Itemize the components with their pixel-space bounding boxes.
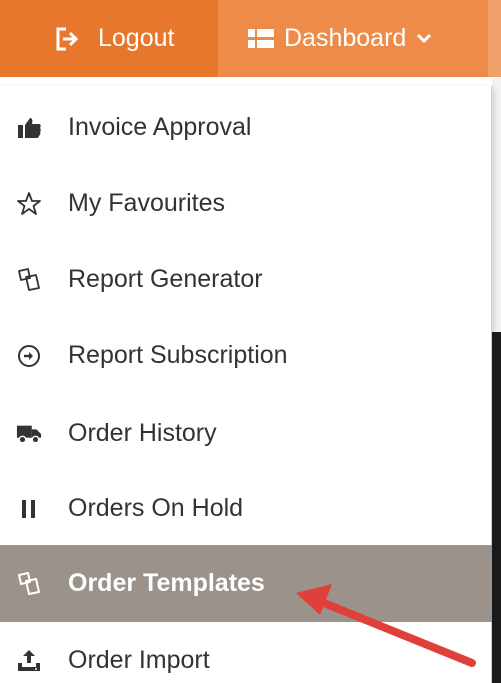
logout-label: Logout <box>98 24 175 52</box>
page-background-dark <box>492 332 501 683</box>
chevron-down-icon <box>416 31 432 47</box>
grid-icon <box>248 28 274 50</box>
logout-button[interactable]: Logout <box>0 0 218 77</box>
menu-item-my-favourites[interactable]: My Favourites <box>0 165 492 242</box>
pause-icon <box>16 496 42 522</box>
dashboard-dropdown-toggle[interactable]: Dashboard <box>218 0 488 77</box>
circle-arrow-icon <box>16 343 42 369</box>
menu-item-label: Order Import <box>68 646 210 674</box>
menu-item-label: My Favourites <box>68 189 225 217</box>
menu-item-label: Report Subscription <box>68 341 288 369</box>
truck-icon <box>16 421 42 447</box>
navbar-edge <box>488 0 501 77</box>
copy-icon <box>16 571 42 597</box>
menu-item-label: Order Templates <box>68 569 265 597</box>
dashboard-dropdown-menu: Invoice Approval My Favourites Report Ge… <box>0 86 492 683</box>
menu-item-order-history[interactable]: Order History <box>0 395 492 472</box>
copy-icon <box>16 267 42 293</box>
menu-item-order-templates[interactable]: Order Templates <box>0 545 492 622</box>
thumbs-up-icon <box>16 115 42 141</box>
menu-item-invoice-approval[interactable]: Invoice Approval <box>0 89 492 166</box>
menu-item-order-import[interactable]: Order Import <box>0 622 492 683</box>
menu-item-report-subscription[interactable]: Report Subscription <box>0 317 492 394</box>
page-background <box>492 77 501 332</box>
menu-item-label: Invoice Approval <box>68 113 252 141</box>
menu-item-orders-on-hold[interactable]: Orders On Hold <box>0 470 492 547</box>
star-outline-icon <box>16 191 42 217</box>
menu-item-label: Orders On Hold <box>68 494 244 522</box>
menu-item-label: Order History <box>68 419 217 447</box>
dashboard-label: Dashboard <box>284 24 407 52</box>
logout-icon <box>54 26 80 52</box>
menu-item-report-generator[interactable]: Report Generator <box>0 241 492 318</box>
upload-icon <box>16 648 42 674</box>
menu-item-label: Report Generator <box>68 265 263 293</box>
